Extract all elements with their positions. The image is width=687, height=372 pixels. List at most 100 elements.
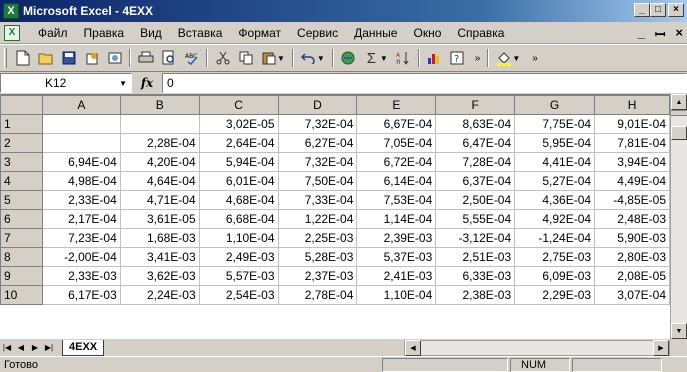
cell[interactable]: 4,41E-04 [514,152,596,172]
cell[interactable]: 7,23E-04 [41,228,121,248]
open-icon[interactable] [34,47,57,69]
maximize-button[interactable]: □ [650,3,666,17]
cell[interactable]: 6,01E-04 [198,171,279,191]
cell[interactable]: 7,28E-04 [435,152,516,172]
split-box[interactable] [671,110,687,116]
excel-app-icon[interactable]: X [3,3,19,19]
save-icon[interactable] [57,47,80,69]
cell[interactable]: 2,51E-03 [435,247,516,267]
chevron-down-icon[interactable]: ▼ [119,79,127,88]
chart-wizard-icon[interactable] [423,47,446,69]
column-header[interactable]: A [41,95,121,115]
cell[interactable]: 2,39E-03 [356,228,437,248]
cell[interactable]: 1,22E-04 [277,209,358,229]
permission-icon[interactable] [80,47,103,69]
row-header[interactable]: 5 [0,190,43,210]
column-header[interactable]: H [594,95,670,115]
cell[interactable]: 6,27E-04 [277,133,358,153]
menu-edit[interactable]: Правка [76,26,133,40]
row-header[interactable]: 3 [0,152,43,172]
cell[interactable]: -4,85E-05 [594,190,670,210]
cell[interactable]: 5,57E-03 [198,266,279,286]
cell[interactable]: 5,37E-03 [356,247,437,267]
cell[interactable]: 2,29E-03 [514,285,596,305]
scroll-up-icon[interactable]: ▲ [671,94,687,110]
row-header[interactable]: 1 [0,114,43,134]
column-header[interactable]: C [198,95,279,115]
row-header[interactable]: 4 [0,171,43,191]
toolbar-options-chevron-icon[interactable]: » [475,53,481,64]
cell[interactable]: 4,49E-04 [594,171,670,191]
cell[interactable]: 4,98E-04 [41,171,121,191]
menu-insert[interactable]: Вставка [170,26,231,40]
cell[interactable]: 2,54E-03 [198,285,279,305]
cell[interactable]: 2,25E-03 [277,228,358,248]
horizontal-scrollbar[interactable]: ◀ ▶ [404,340,670,356]
doc-minimize-button[interactable]: _ [638,25,645,43]
row-header[interactable]: 6 [0,209,43,229]
print-icon[interactable] [134,47,157,69]
cell[interactable]: -2,00E-04 [41,247,121,267]
cell[interactable]: 1,68E-03 [119,228,200,248]
cell[interactable]: 2,33E-03 [41,266,121,286]
cell[interactable]: 4,68E-04 [198,190,279,210]
scroll-down-icon[interactable]: ▼ [671,323,687,339]
cell[interactable] [41,133,121,153]
cell[interactable]: 3,02E-05 [198,114,279,134]
research-icon[interactable] [103,47,126,69]
formula-input[interactable]: 0 [162,73,687,93]
cell[interactable]: 2,41E-03 [356,266,437,286]
new-icon[interactable] [11,47,34,69]
column-header[interactable]: B [119,95,200,115]
cell[interactable]: 6,33E-03 [435,266,516,286]
column-header[interactable]: G [514,95,596,115]
autosum-dropdown[interactable]: ▼ [380,54,388,63]
cell[interactable]: 3,94E-04 [594,152,670,172]
row-header[interactable]: 8 [0,247,43,267]
row-header[interactable]: 2 [0,133,43,153]
cut-icon[interactable] [211,47,234,69]
cell[interactable]: 5,95E-04 [514,133,596,153]
cell[interactable]: 3,07E-04 [594,285,670,305]
hyperlink-icon[interactable] [337,47,360,69]
select-all-corner[interactable] [0,95,43,115]
cell[interactable]: 6,94E-04 [41,152,121,172]
help-icon[interactable]: ? [446,47,469,69]
paste-dropdown[interactable]: ▼ [277,54,285,63]
menu-file[interactable]: Файл [30,26,76,40]
cell[interactable]: 5,94E-04 [198,152,279,172]
vertical-scroll-thumb[interactable] [671,126,687,140]
cell[interactable]: 1,10E-04 [198,228,279,248]
prev-sheet-icon[interactable]: ◀ [14,343,28,352]
cell[interactable]: 7,32E-04 [277,152,358,172]
print-preview-icon[interactable] [157,47,180,69]
cell[interactable]: 2,08E-05 [594,266,670,286]
cell[interactable]: 6,37E-04 [435,171,516,191]
cell[interactable]: 2,24E-03 [119,285,200,305]
cell[interactable]: 4,92E-04 [514,209,596,229]
cell[interactable]: 5,90E-03 [594,228,670,248]
menu-help[interactable]: Справка [449,26,512,40]
cell[interactable]: 2,75E-03 [514,247,596,267]
cell[interactable]: 2,50E-04 [435,190,516,210]
cell[interactable]: 4,64E-04 [119,171,200,191]
cell[interactable]: 6,47E-04 [435,133,516,153]
cell[interactable]: 4,36E-04 [514,190,596,210]
insert-function-icon[interactable]: fx [132,76,162,90]
sheet-tab-active[interactable]: 4EXX [62,339,105,356]
cell[interactable]: 8,63E-04 [435,114,516,134]
row-header[interactable]: 9 [0,266,43,286]
name-box[interactable]: K12 ▼ [0,73,132,93]
cell[interactable]: 2,37E-03 [277,266,358,286]
workbook-icon[interactable]: X [4,24,20,41]
cell[interactable] [41,114,121,134]
cell[interactable]: -1,24E-04 [514,228,596,248]
cell[interactable]: 2,64E-04 [198,133,279,153]
menu-format[interactable]: Формат [230,26,289,40]
scroll-right-icon[interactable]: ▶ [653,340,669,356]
fill-color-dropdown[interactable]: ▼ [512,54,520,63]
row-header[interactable]: 7 [0,228,43,248]
cell[interactable]: 6,17E-03 [41,285,121,305]
cell[interactable]: 3,61E-05 [119,209,200,229]
cell[interactable]: 2,80E-03 [594,247,670,267]
